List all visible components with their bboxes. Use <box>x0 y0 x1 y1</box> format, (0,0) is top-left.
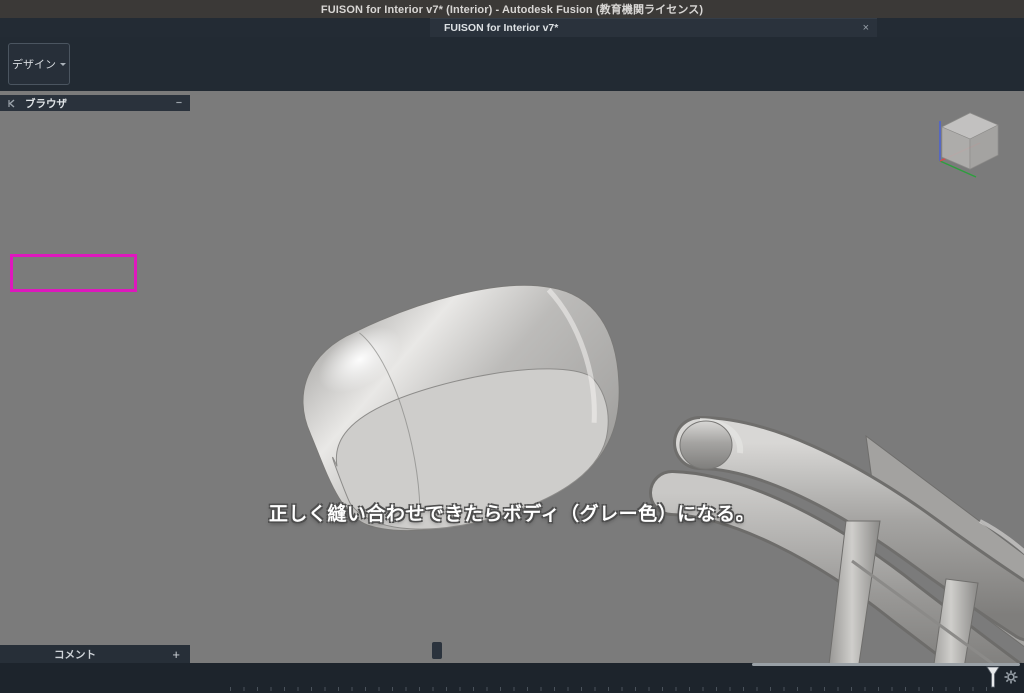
add-comment-button[interactable]: + <box>172 647 180 662</box>
timeline-scrollbar[interactable] <box>752 663 1020 666</box>
browser-title: ブラウザ <box>25 96 67 111</box>
timeline-marker-icon[interactable] <box>986 666 1000 688</box>
timeline-bar <box>0 663 1024 693</box>
gear-icon[interactable] <box>1004 670 1018 684</box>
document-tab-close-icon[interactable]: × <box>863 22 869 34</box>
workspace-label: デザイン <box>12 56 56 72</box>
quick-access-bar: FUISON for Interior v7* × <box>0 18 1024 37</box>
fusion-app: FUISON for Interior v7* (Interior) - Aut… <box>0 0 1024 693</box>
model-viewport[interactable]: 正しく縫い合わせできたらボディ（グレー色）になる。 ブラウザ <box>0 91 1024 663</box>
comment-panel-bar[interactable]: コメント + <box>0 645 190 663</box>
3d-model-scene <box>0 91 1024 663</box>
workspace-selector-button[interactable]: デザイン <box>8 43 70 85</box>
minimize-panel-icon[interactable]: − <box>176 97 182 109</box>
timeline-ruler <box>230 687 990 691</box>
document-tab[interactable]: FUISON for Interior v7* × <box>430 18 877 37</box>
window-titlebar: FUISON for Interior v7* (Interior) - Aut… <box>0 0 1024 18</box>
document-tab-title: FUISON for Interior v7* <box>444 22 857 34</box>
chevron-down-icon <box>60 63 66 66</box>
view-navigation-bar <box>432 642 442 659</box>
collapse-panel-icon[interactable] <box>8 99 17 108</box>
view-cube[interactable] <box>918 99 1010 183</box>
chair-frame-model <box>672 421 1024 663</box>
comment-panel-title: コメント <box>54 647 172 662</box>
tutorial-caption: 正しく縫い合わせできたらボディ（グレー色）になる。 <box>269 499 755 526</box>
ribbon-toolbar: デザイン <box>0 37 1024 91</box>
window-title: FUISON for Interior v7* (Interior) - Aut… <box>0 1 1024 17</box>
browser-header: ブラウザ − <box>0 95 190 111</box>
browser-panel: ブラウザ − <box>0 95 200 114</box>
